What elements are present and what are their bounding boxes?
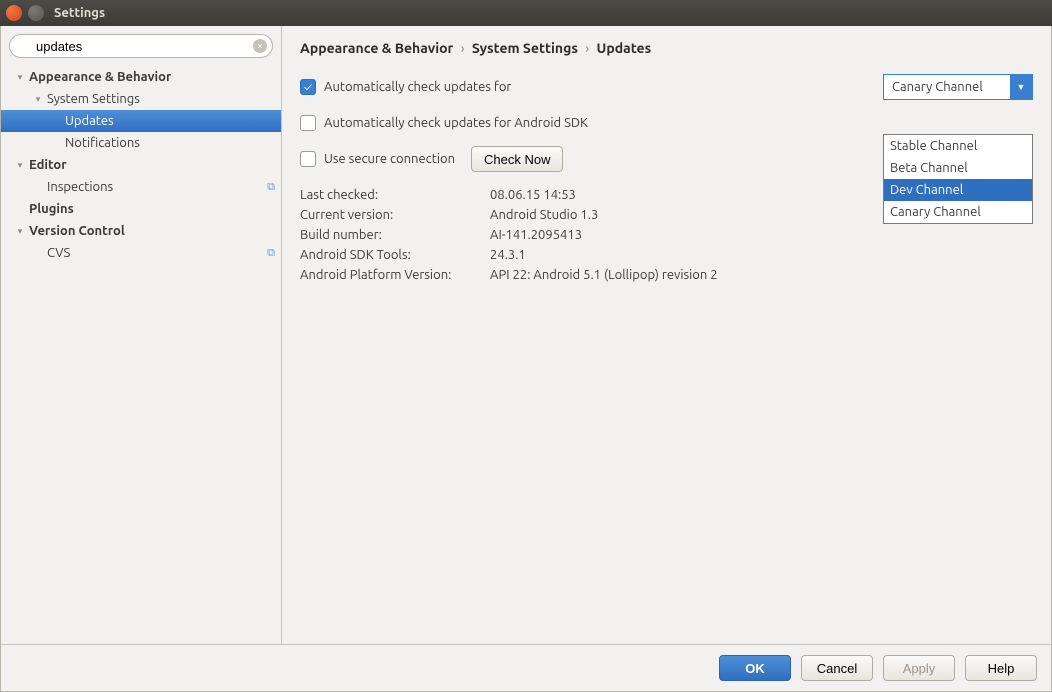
scope-icon: ⧉ (267, 181, 275, 194)
help-button[interactable]: Help (965, 655, 1037, 681)
tree-item[interactable]: CVS⧉ (1, 242, 281, 264)
info-value: AI-141.2095413 (490, 228, 582, 242)
breadcrumb: Appearance & Behavior › System Settings … (300, 40, 1033, 56)
tree-item-label: Appearance & Behavior (29, 70, 275, 84)
dropdown-option[interactable]: Stable Channel (884, 135, 1032, 157)
info-key: Build number: (300, 228, 490, 242)
info-value: Android Studio 1.3 (490, 208, 598, 222)
update-channel-combo[interactable]: Canary Channel ▼ (883, 74, 1033, 100)
window-title: Settings (54, 6, 105, 20)
chevron-right-icon: › (461, 40, 465, 56)
auto-check-updates-label: Automatically check updates for (324, 80, 511, 94)
tree-item-label: Inspections (47, 180, 267, 194)
breadcrumb-part: System Settings (472, 40, 578, 56)
breadcrumb-part: Appearance & Behavior (300, 40, 453, 56)
close-icon[interactable] (6, 5, 22, 21)
disclosure-icon: ▾ (15, 226, 25, 236)
disclosure-icon (33, 248, 43, 258)
info-row: Build number:AI-141.2095413 (300, 228, 1033, 242)
dialog-footer: OK Cancel Apply Help (1, 644, 1051, 691)
settings-window: 🔍 × ▾Appearance & Behavior▾System Settin… (0, 26, 1052, 692)
minimize-icon[interactable] (28, 5, 44, 21)
secure-connection-checkbox[interactable] (300, 151, 316, 167)
combo-value: Canary Channel (892, 80, 983, 94)
info-value: API 22: Android 5.1 (Lollipop) revision … (490, 268, 718, 282)
tree-item[interactable]: ▾ Editor (1, 154, 281, 176)
tree-item-label: Updates (65, 114, 275, 128)
tree-item[interactable]: Notifications (1, 132, 281, 154)
auto-check-sdk-label: Automatically check updates for Android … (324, 116, 588, 130)
tree-item-label: Editor (29, 158, 275, 172)
check-now-button[interactable]: Check Now (471, 146, 563, 172)
search-input[interactable] (9, 34, 273, 58)
tree-item-label: Notifications (65, 136, 275, 150)
tree-item[interactable]: ▾ Version Control (1, 220, 281, 242)
tree-item[interactable]: Plugins (1, 198, 281, 220)
cancel-button[interactable]: Cancel (801, 655, 873, 681)
secure-connection-label: Use secure connection (324, 152, 455, 166)
info-key: Last checked: (300, 188, 490, 202)
tree-item[interactable]: ▾ System Settings (1, 88, 281, 110)
info-key: Current version: (300, 208, 490, 222)
auto-check-updates-checkbox[interactable]: ✓ (300, 79, 316, 95)
tree-item-label: CVS (47, 246, 267, 260)
info-key: Android SDK Tools: (300, 248, 490, 262)
info-key: Android Platform Version: (300, 268, 490, 282)
info-row: Android SDK Tools:24.3.1 (300, 248, 1033, 262)
info-row: Android Platform Version:API 22: Android… (300, 268, 1033, 282)
chevron-right-icon: › (585, 40, 589, 56)
auto-check-sdk-checkbox[interactable] (300, 115, 316, 131)
tree-item-label: Plugins (29, 202, 275, 216)
tree-item[interactable]: Inspections⧉ (1, 176, 281, 198)
disclosure-icon: ▾ (33, 94, 43, 104)
disclosure-icon (51, 116, 61, 126)
titlebar: Settings (0, 0, 1052, 26)
dropdown-option[interactable]: Beta Channel (884, 157, 1032, 179)
disclosure-icon (15, 204, 25, 214)
main-panel: Appearance & Behavior › System Settings … (282, 26, 1051, 644)
info-value: 24.3.1 (490, 248, 526, 262)
tree-item[interactable]: ▾ Appearance & Behavior (1, 66, 281, 88)
apply-button[interactable]: Apply (883, 655, 955, 681)
channel-dropdown[interactable]: Stable ChannelBeta ChannelDev ChannelCan… (883, 134, 1033, 224)
disclosure-icon (33, 182, 43, 192)
tree-item-label: Version Control (29, 224, 275, 238)
dropdown-option[interactable]: Canary Channel (884, 201, 1032, 223)
info-value: 08.06.15 14:53 (490, 188, 576, 202)
settings-tree: ▾ Appearance & Behavior ▾ System Settings Up… (1, 66, 281, 644)
scope-icon: ⧉ (267, 247, 275, 260)
disclosure-icon (51, 138, 61, 148)
ok-button[interactable]: OK (719, 655, 791, 681)
breadcrumb-part: Updates (597, 40, 652, 56)
chevron-down-icon: ▼ (1010, 75, 1032, 99)
tree-item-label: System Settings (47, 92, 275, 106)
disclosure-icon: ▾ (15, 72, 25, 82)
disclosure-icon: ▾ (15, 160, 25, 170)
clear-search-icon[interactable]: × (253, 39, 267, 53)
sidebar: 🔍 × ▾Appearance & Behavior▾System Settin… (1, 26, 282, 644)
tree-item[interactable]: Updates (1, 110, 281, 132)
dropdown-option[interactable]: Dev Channel (884, 179, 1032, 201)
